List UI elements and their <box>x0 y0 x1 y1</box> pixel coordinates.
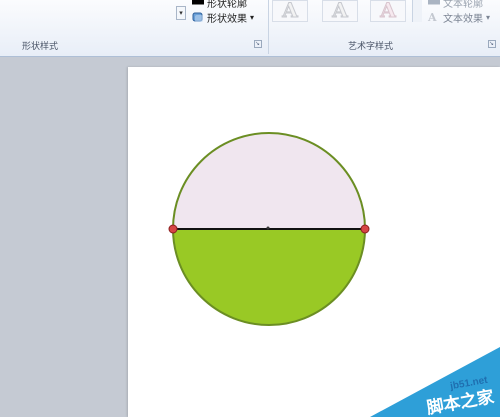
text-outline-command[interactable]: 文本轮廓 <box>428 0 483 10</box>
shape-effects-icon <box>192 12 204 23</box>
left-endpoint-handle[interactable] <box>168 224 178 234</box>
ribbon: ▾ 形状轮廓 形状效果 ▾ 形状样式 ↘ A A A 文本轮廓 A 文本效果 ▾… <box>0 0 500 57</box>
group-divider <box>268 0 269 54</box>
shape-styles-launcher-button[interactable]: ↘ <box>254 40 262 48</box>
circle-top-half[interactable] <box>173 133 365 229</box>
pen-outline-icon <box>192 0 204 8</box>
text-effects-command[interactable]: A 文本效果 ▾ <box>428 10 490 25</box>
wordart-styles-group-label: 艺术字样式 <box>348 42 394 52</box>
shape-styles-more-button[interactable]: ▾ <box>176 6 186 20</box>
wordart-styles-launcher-button[interactable]: ↘ <box>488 40 496 48</box>
wordart-style-3[interactable]: A <box>370 0 406 22</box>
wordart-gallery-scroll[interactable] <box>412 0 422 22</box>
shape-effects-command[interactable]: 形状效果 ▾ <box>192 10 254 25</box>
line-midpoint-marker <box>266 226 270 230</box>
circle-bottom-half[interactable] <box>173 229 365 325</box>
right-endpoint-handle[interactable] <box>360 224 370 234</box>
text-outline-icon <box>428 0 440 8</box>
shape-styles-group-label: 形状样式 <box>22 42 59 52</box>
wordart-style-1[interactable]: A <box>272 0 308 22</box>
text-effects-label: 文本效果 <box>443 14 483 25</box>
chevron-down-icon: ▾ <box>250 13 255 22</box>
text-outline-label: 文本轮廓 <box>443 0 483 10</box>
shape-effects-label: 形状效果 <box>207 14 247 25</box>
text-effects-a-icon: A <box>428 11 437 24</box>
shape-outline-label: 形状轮廓 <box>207 0 247 10</box>
shape-outline-command[interactable]: 形状轮廓 <box>192 0 247 10</box>
chevron-down-icon: ▾ <box>486 13 491 22</box>
wordart-style-2[interactable]: A <box>322 0 358 22</box>
watermark: jb51.net 脚本之家 <box>350 342 500 417</box>
